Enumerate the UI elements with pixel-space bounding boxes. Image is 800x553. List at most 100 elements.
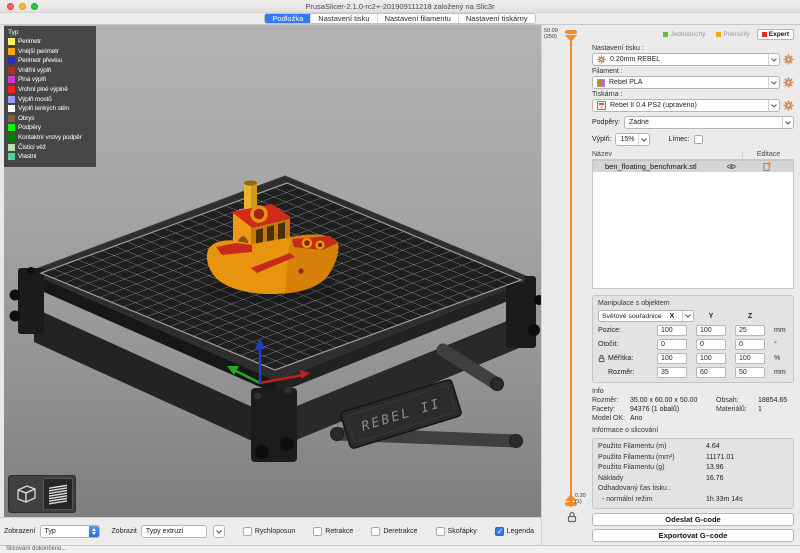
rotate-z-input[interactable]: 0 (735, 339, 765, 350)
checkbox-box[interactable] (495, 527, 504, 536)
object-list-row[interactable]: ben_floating_benchmark.stl (593, 161, 793, 172)
viewport-3d[interactable]: REBEL II (4, 25, 541, 517)
object-manipulation-panel: Manipulace s objektem Světové souřadnice… (592, 295, 794, 383)
scale-y-input[interactable]: 100 (696, 353, 726, 364)
view-layers-button[interactable] (43, 478, 73, 510)
chevron-down-icon[interactable] (768, 54, 779, 65)
chevron-down-icon[interactable] (768, 77, 779, 88)
filament-gear-button[interactable] (783, 77, 794, 88)
color-swatch (8, 153, 15, 160)
mode-advanced-button[interactable]: Pokročilý (712, 29, 753, 40)
slider-top-handle (565, 30, 577, 42)
size-z-input[interactable]: 50 (735, 367, 765, 378)
checkbox-legenda[interactable]: Legenda (495, 527, 534, 536)
position-label: Pozice: (598, 327, 648, 334)
position-y-input[interactable]: 100 (696, 325, 726, 336)
chevron-down-icon (216, 530, 222, 534)
print-settings-combo[interactable]: 0.20mm REBEL (592, 53, 780, 66)
legend-item: Výplň mostů (8, 96, 92, 103)
slider-lock-icon[interactable] (567, 511, 577, 523)
brim-checkbox[interactable] (694, 135, 703, 144)
rotate-x-input[interactable]: 0 (657, 339, 687, 350)
rotate-label: Otočit: (598, 341, 648, 348)
legend-item: Kontaktní vrstvy podpěr (8, 134, 92, 141)
legend-item: Vnější perimetr (8, 48, 92, 55)
mode-color-square (716, 32, 721, 37)
filament-label: Filament : (592, 68, 794, 75)
checkbox-box[interactable] (243, 527, 252, 536)
scale-z-input[interactable]: 100 (735, 353, 765, 364)
eye-icon[interactable] (721, 163, 741, 170)
checkbox-box[interactable] (313, 527, 322, 536)
infill-combo[interactable]: 15% (615, 133, 650, 146)
legend-item: Vlastní (8, 153, 92, 160)
chevron-down-icon[interactable] (768, 100, 779, 111)
print-settings-gear-button[interactable] (783, 54, 794, 65)
show-combo-chevron[interactable] (213, 525, 225, 538)
chevron-down-icon[interactable] (782, 117, 793, 128)
checkbox-skorapky[interactable]: Skořápky (436, 527, 477, 536)
filament-color-icon (597, 79, 605, 87)
tab-nastaveni-tisku[interactable]: Nastavení tisku (311, 14, 377, 23)
scale-x-input[interactable]: 100 (657, 353, 687, 364)
supports-combo[interactable]: Žádné (624, 116, 794, 129)
view-3d-button[interactable] (11, 478, 41, 510)
status-bar: Slicování dokončeno... (0, 545, 800, 553)
object-list-header: Název Editace (592, 151, 794, 160)
printer-combo[interactable]: Rebel II 0.4 PS2 (upraveno) (592, 99, 780, 112)
window-title: PrusaSlicer-2.1.0-rc2+-201909111218 zalo… (0, 0, 800, 13)
tab-nastaveni-tiskarny[interactable]: Nastavení tiskárny (459, 14, 535, 23)
close-button[interactable] (7, 3, 14, 10)
position-x-input[interactable]: 100 (657, 325, 687, 336)
size-label: Rozměr: (598, 369, 648, 376)
info-volume-value: 18854.65 (758, 397, 794, 404)
zoom-button[interactable] (31, 3, 38, 10)
color-swatch (8, 57, 15, 64)
traffic-lights (7, 3, 38, 10)
tab-segments: Podložka Nastavení tisku Nastavení filam… (264, 13, 535, 24)
color-swatch (8, 134, 15, 141)
minimize-button[interactable] (19, 3, 26, 10)
popup-stepper-icon (89, 526, 99, 537)
viewport-column: REBEL II (0, 25, 541, 545)
info-section: Rozměr: 35.00 x 60.00 x 50.00 Obsah: 188… (592, 397, 794, 422)
printer-label: Tiskárna : (592, 91, 794, 98)
layer-slider[interactable] (542, 25, 586, 545)
show-combo[interactable]: Typy extruzí (141, 525, 207, 538)
checkbox-rychloposun[interactable]: Rychloposun (243, 527, 295, 536)
legend-item: Obrys (8, 115, 92, 122)
printer-gear-button[interactable] (783, 100, 794, 111)
filament-combo[interactable]: Rebel PLA (592, 76, 780, 89)
info-size-value: 35.00 x 60.00 x 50.00 (630, 397, 716, 404)
edit-icon[interactable] (741, 162, 793, 171)
position-z-input[interactable]: 25 (735, 325, 765, 336)
axis-z-header: Z (735, 313, 765, 320)
object-list[interactable]: ben_floating_benchmark.stl (592, 160, 794, 289)
mode-simple-button[interactable]: Jednoduchý (659, 29, 709, 40)
export-gcode-button[interactable]: Exportovat G–code (592, 529, 794, 542)
chevron-down-icon[interactable] (638, 134, 649, 145)
legend-item: Plná výplň (8, 76, 92, 83)
send-gcode-button[interactable]: Odeslat G-code (592, 513, 794, 526)
filament-mm3-value: 11171.01 (706, 453, 734, 464)
slicing-info-panel: Použito Filamentu (m)4.64 Použito Filame… (592, 438, 794, 509)
checkbox-box[interactable] (371, 527, 380, 536)
tab-nastaveni-filamentu[interactable]: Nastavení filamentu (378, 14, 459, 23)
axis-y-header: Y (696, 313, 726, 320)
view-popup[interactable]: Typ (40, 525, 100, 538)
size-x-input[interactable]: 35 (657, 367, 687, 378)
legend-item: Perimetr převisu (8, 57, 92, 64)
checkbox-deretrakce[interactable]: Deretrakce (371, 527, 417, 536)
lock-icon[interactable] (598, 354, 605, 363)
print-settings-label: Nastavení tisku : (592, 45, 794, 52)
tab-podlozka[interactable]: Podložka (265, 14, 311, 23)
mode-expert-button[interactable]: Expert (757, 29, 794, 40)
checkbox-retrakce[interactable]: Retrakce (313, 527, 353, 536)
cost-value: 16.76 (706, 474, 724, 485)
rotate-y-input[interactable]: 0 (696, 339, 726, 350)
checkbox-box[interactable] (436, 527, 445, 536)
info-materials-value: 1 (758, 406, 794, 413)
view-label: Zobrazení (4, 528, 36, 535)
size-y-input[interactable]: 60 (696, 367, 726, 378)
titlebar: PrusaSlicer-2.1.0-rc2+-201909111218 zalo… (0, 0, 800, 13)
